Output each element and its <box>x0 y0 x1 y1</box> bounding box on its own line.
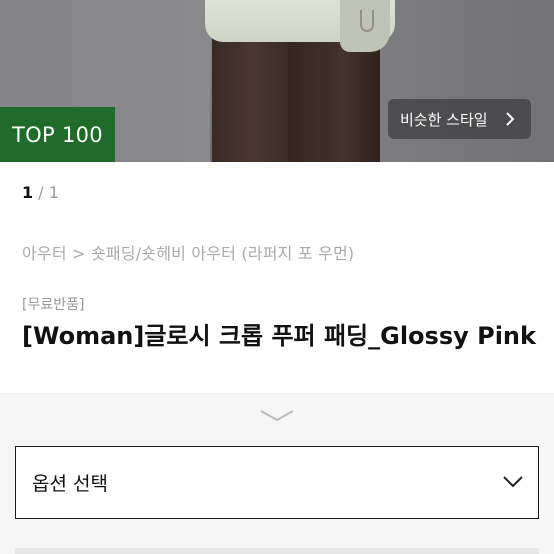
next-option-edge <box>15 548 539 554</box>
similar-style-label: 비슷한 스타일 <box>400 110 488 129</box>
similar-style-button[interactable]: 비슷한 스타일 <box>388 99 531 139</box>
free-return-tag: [무료반품] <box>22 297 85 313</box>
chevron-down-icon[interactable] <box>258 408 296 424</box>
image-pager: 1 / 1 <box>22 183 59 202</box>
option-select-dropdown[interactable]: 옵션 선택 <box>15 446 539 519</box>
image-pants-right <box>288 38 380 162</box>
chevron-down-icon <box>503 476 523 488</box>
option-select-label: 옵션 선택 <box>32 473 108 495</box>
product-title: [Woman]글로시 크롭 푸퍼 패딩_Glossy Pink <box>22 322 536 350</box>
chevron-right-icon <box>506 112 515 126</box>
image-drawstring <box>360 10 374 32</box>
pager-total: 1 <box>48 183 59 202</box>
pager-separator: / <box>33 183 49 202</box>
image-pants-left <box>212 38 294 162</box>
pager-current: 1 <box>22 183 34 202</box>
breadcrumb[interactable]: 아우터 > 숏패딩/숏헤비 아우터 (라퍼지 포 우먼) <box>22 240 354 264</box>
top-100-badge: TOP 100 <box>0 107 115 162</box>
